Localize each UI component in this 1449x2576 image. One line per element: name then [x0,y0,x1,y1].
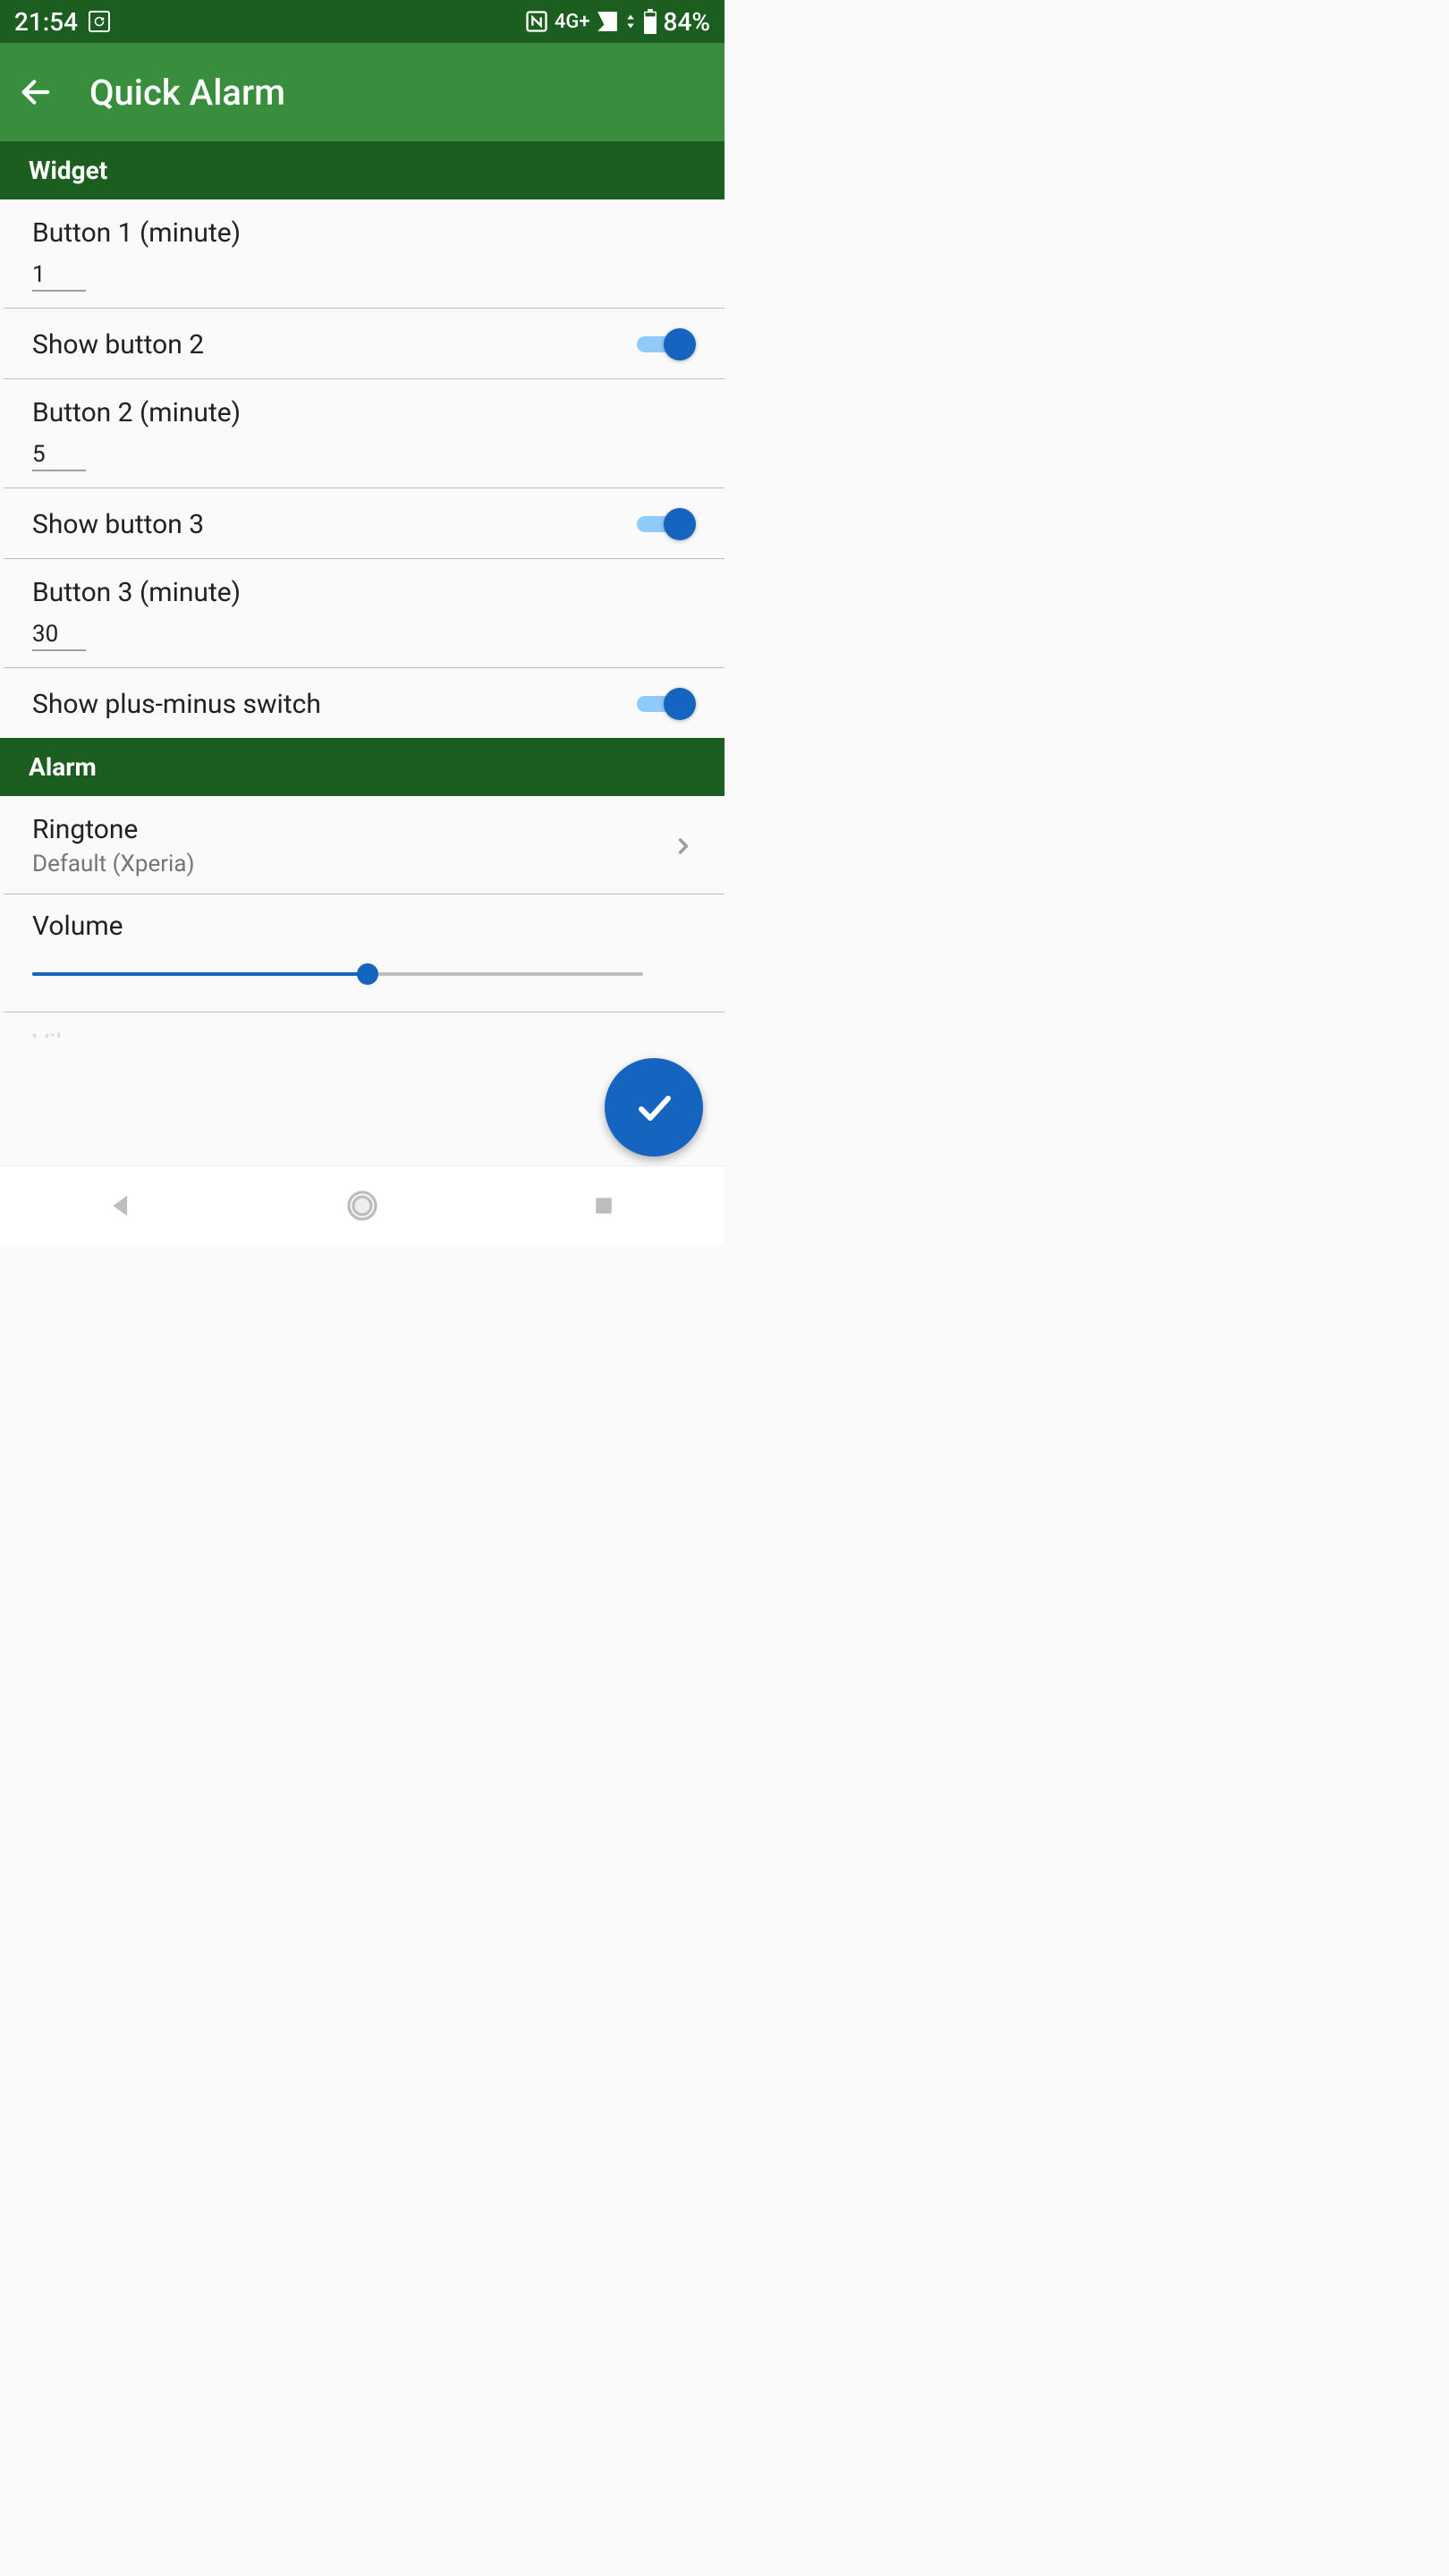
setting-partial-row[interactable]: Vib [4,1013,724,1038]
setting-ringtone[interactable]: Ringtone Default (Xperia) [4,796,724,894]
setting-show-plus-minus[interactable]: Show plus-minus switch [4,668,724,738]
data-arrows-icon [624,13,637,30]
toggle-show-button3[interactable] [637,506,696,542]
triangle-back-icon [106,1191,136,1221]
status-bar: 21:54 4G+ 84% [0,0,724,43]
setting-title: Show button 3 [32,509,637,540]
setting-title: Ringtone [32,814,664,845]
volume-slider[interactable] [32,963,643,985]
back-button[interactable] [14,71,57,114]
setting-title: Button 3 (minute) [32,577,696,608]
toggle-show-plus-minus[interactable] [637,686,696,722]
nav-recent-button[interactable] [582,1184,625,1227]
setting-title: Show plus-minus switch [32,689,637,720]
battery-pct: 84% [664,7,710,37]
page-title: Quick Alarm [89,72,285,114]
battery-icon [642,9,658,34]
confirm-fab[interactable] [605,1058,703,1157]
ringtone-value: Default (Xperia) [32,851,664,877]
button3-value-input[interactable]: 30 [32,617,86,651]
system-nav-bar [0,1165,724,1245]
status-time: 21:54 [14,7,78,37]
button2-value-input[interactable]: 5 [32,437,86,471]
section-header-alarm: Alarm [0,738,724,796]
arrow-left-icon [18,74,54,110]
button1-value-input[interactable]: 1 [32,258,86,292]
nav-home-button[interactable] [341,1184,384,1227]
signal-icon [596,10,619,33]
app-bar: Quick Alarm [0,43,724,141]
slider-fill [32,972,368,976]
network-type-label: 4G+ [555,11,590,33]
nav-back-button[interactable] [99,1184,142,1227]
setting-title: Volume [32,911,696,942]
setting-title: Show button 2 [32,329,637,360]
setting-show-button2[interactable]: Show button 2 [4,309,724,379]
circle-home-icon [344,1188,380,1224]
settings-content: Widget Button 1 (minute) 1 Show button 2… [0,141,724,1165]
slider-thumb[interactable] [357,963,378,985]
setting-button2-minute[interactable]: Button 2 (minute) 5 [4,379,724,488]
section-header-widget: Widget [0,141,724,199]
setting-title: Vib [32,1029,696,1038]
setting-button1-minute[interactable]: Button 1 (minute) 1 [4,199,724,309]
nfc-icon [524,9,549,34]
setting-volume[interactable]: Volume [4,894,724,1013]
setting-title: Button 2 (minute) [32,397,696,428]
setting-button3-minute[interactable]: Button 3 (minute) 30 [4,559,724,668]
check-icon [632,1086,675,1129]
setting-title: Button 1 (minute) [32,217,696,249]
setting-show-button3[interactable]: Show button 3 [4,488,724,559]
toggle-show-button2[interactable] [637,326,696,362]
update-icon [89,11,110,32]
chevron-right-icon [671,834,696,859]
square-recent-icon [590,1192,617,1219]
